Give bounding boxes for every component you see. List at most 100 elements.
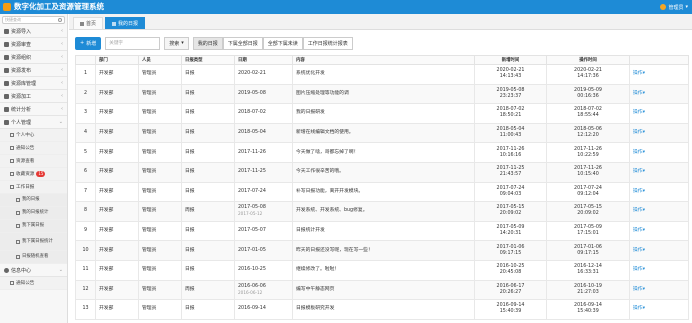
sidebar-sub-personal-center[interactable]: 个人中心 (0, 129, 67, 142)
chevron-down-icon: ▾ (642, 149, 646, 155)
table-row[interactable]: 8 开发部 管理员 周报 2017-05-08 2017-05-12 开发系统、开发系统、b… (75, 201, 689, 222)
action-link[interactable]: 操作 (633, 189, 643, 194)
action-link[interactable]: 操作 (633, 150, 643, 155)
sidebar-sub-favorites[interactable]: 收藏资源 15 (0, 168, 67, 181)
sidebar-sub-info-notice[interactable]: 通知公告 (0, 277, 67, 290)
action-link[interactable]: 操作 (633, 208, 643, 213)
filter-unread[interactable]: 全部下属未读 (262, 36, 303, 50)
col-header-op-time[interactable]: 操作时间 (546, 55, 630, 65)
cell-action[interactable]: 操作▾ (629, 279, 689, 301)
cell-created: 2016-10-25 20:45:08 (474, 259, 547, 281)
cell-action[interactable]: 操作▾ (629, 181, 689, 203)
sidebar-log-my-stats[interactable]: 我的日报统计 (0, 207, 67, 220)
table-body: 1 开发部 管理员 日报 2020-02-21 系统优化开发 2020-02-21 14:13… (75, 64, 689, 320)
cell-action[interactable]: 操作▾ (629, 220, 689, 242)
op-time: 10:22:59 (577, 152, 599, 158)
action-link[interactable]: 操作 (633, 91, 643, 96)
cell-dept: 开发部 (95, 181, 139, 203)
sidebar-sub-work-log[interactable]: 工作日报 (0, 181, 67, 194)
cell-action[interactable]: 操作▾ (629, 161, 689, 183)
action-link[interactable]: 操作 (633, 248, 643, 253)
col-header-created[interactable]: 新增时间 (474, 55, 547, 65)
action-link[interactable]: 操作 (633, 169, 643, 174)
sidebar-sub-view[interactable]: 资源查看 (0, 155, 67, 168)
cell-dept: 开发部 (95, 220, 139, 242)
table-row[interactable]: 3 开发部 管理员 日报 2018-07-02 我的日报研发 2018-07-02 18:50… (75, 103, 689, 124)
sidebar-log-sub[interactable]: 我下属日报 (0, 220, 67, 233)
cell-action[interactable]: 操作▾ (629, 201, 689, 222)
col-header-dept[interactable]: 部门 (95, 55, 139, 65)
square-icon (16, 198, 20, 202)
sidebar-log-sub-stats[interactable]: 我下属日报统计 (0, 233, 67, 251)
chevron-down-icon: ▾ (181, 40, 184, 46)
sidebar-log-label: 我下属日报 (22, 223, 44, 228)
sidebar-item-library[interactable]: 资源库管理 ‹ (0, 77, 67, 90)
search-dropdown-button[interactable]: 搜索 ▾ (164, 36, 189, 50)
cell-action[interactable]: 操作▾ (629, 64, 689, 85)
sidebar-item-organize[interactable]: 资源组织 ‹ (0, 51, 67, 64)
sidebar-log-my[interactable]: 我的日报 (0, 194, 67, 207)
table-row[interactable]: 9 开发部 管理员 日报 2017-05-07 日报统计开发 2017-05-09 14:20… (75, 220, 689, 242)
search-icon[interactable] (58, 18, 62, 22)
op-time: 17:15:01 (577, 231, 599, 237)
table-row[interactable]: 6 开发部 管理员 日报 2017-11-25 今天工作很辛苦的哦。 2017-11-25 2… (75, 161, 689, 183)
table-row[interactable]: 10 开发部 管理员 日报 2017-01-05 昨天的日报还没写呢，现在写一些！ 2017… (75, 240, 689, 261)
sidebar-item-import[interactable]: 资源导入 ‹ (0, 25, 67, 38)
sidebar-sub-notice[interactable]: 通知公告 (0, 142, 67, 155)
col-header-date[interactable]: 日期 (234, 55, 293, 65)
sidebar-item-personal[interactable]: 个人管理 ⌄ (0, 116, 67, 129)
table-row[interactable]: 5 开发部 管理员 日报 2017-11-26 今天做了啥，哥都忘掉了啊！ 2017-11-… (75, 142, 689, 163)
cell-action[interactable]: 操作▾ (629, 259, 689, 281)
filter-stats-report[interactable]: 工作日报统计报表 (302, 36, 353, 50)
cell-date: 2016-06-06 2016-06-12 (234, 279, 293, 301)
sidebar-item-stats[interactable]: 统计分析 ‹ (0, 103, 67, 116)
table-row[interactable]: 4 开发部 管理员 日报 2018-05-04 新增在线编辑文档的使用。 2018-05-0… (75, 122, 689, 144)
sidebar-log-random[interactable]: 日报随机查看 (0, 251, 67, 264)
date-start: 2020-02-21 (238, 71, 266, 77)
action-link[interactable]: 操作 (633, 287, 643, 292)
action-link[interactable]: 操作 (633, 71, 643, 76)
sidebar-item-info-center[interactable]: 信息中心 ⌄ (0, 264, 67, 277)
tab-home[interactable]: 首页 (73, 17, 104, 29)
filter-my-daily[interactable]: 我的日报 (192, 36, 223, 50)
filter-all-sub[interactable]: 下属全部日报 (222, 36, 263, 50)
table-row[interactable]: 13 开发部 管理员 日报 2016-09-14 日报模板研究开发 2016-09-14 15… (75, 299, 689, 320)
action-link[interactable]: 操作 (633, 267, 643, 272)
action-link[interactable]: 操作 (633, 228, 643, 233)
sidebar-item-review[interactable]: 资源审查 ‹ (0, 38, 67, 51)
tab-my-daily[interactable]: 我的日报 (105, 17, 146, 29)
monitor-icon (4, 119, 9, 125)
sidebar-search-input[interactable]: 快捷查询 (5, 17, 58, 23)
cell-action[interactable]: 操作▾ (629, 240, 689, 261)
cell-action[interactable]: 操作▾ (629, 122, 689, 144)
cell-index: 10 (75, 240, 96, 261)
action-link[interactable]: 操作 (633, 110, 643, 115)
col-header-person[interactable]: 人员 (138, 55, 182, 65)
table-row[interactable]: 7 开发部 管理员 日报 2017-07-24 补写日报功能，离开开发模块。 2017-07… (75, 181, 689, 203)
cell-op-time: 2019-05-09 00:16:36 (546, 83, 630, 105)
cell-action[interactable]: 操作▾ (629, 142, 689, 163)
cell-action[interactable]: 操作▾ (629, 83, 689, 105)
table-row[interactable]: 12 开发部 管理员 周报 2016-06-06 2016-06-12 编写中午静态网页 20… (75, 279, 689, 301)
keyword-input[interactable]: 关键字 (105, 36, 161, 50)
action-link[interactable]: 操作 (633, 130, 643, 135)
cell-action[interactable]: 操作▾ (629, 299, 689, 320)
table-row[interactable]: 1 开发部 管理员 日报 2020-02-21 系统优化开发 2020-02-21 14:13… (75, 64, 689, 85)
chart-icon (4, 106, 9, 112)
table-row[interactable]: 11 开发部 管理员 日报 2016-10-25 继续修改了。啦啦！ 2016-10-25 2… (75, 259, 689, 281)
action-link[interactable]: 操作 (633, 306, 643, 311)
table-row[interactable]: 2 开发部 管理员 日报 2019-05-08 图片压缩处理等功能的调 2019-05-08… (75, 83, 689, 105)
chevron-down-icon: ▾ (642, 110, 646, 116)
user-menu[interactable]: 管理员 ▾ (660, 3, 688, 11)
cell-created: 2020-02-21 14:13:43 (474, 64, 547, 85)
sidebar-item-process[interactable]: 资源加工 ‹ (0, 90, 67, 103)
sidebar-item-publish[interactable]: 资源发布 ‹ (0, 64, 67, 77)
favorites-count-badge: 15 (36, 171, 46, 177)
col-header-content[interactable]: 内容 (292, 55, 475, 65)
add-button[interactable]: + 新增 (75, 36, 102, 50)
cell-person: 管理员 (138, 259, 182, 281)
sidebar-search[interactable]: 快捷查询 (2, 16, 65, 24)
sidebar-item-label: 信息中心 (11, 267, 32, 274)
cell-action[interactable]: 操作▾ (629, 103, 689, 124)
col-header-type[interactable]: 日报类型 (181, 55, 235, 65)
